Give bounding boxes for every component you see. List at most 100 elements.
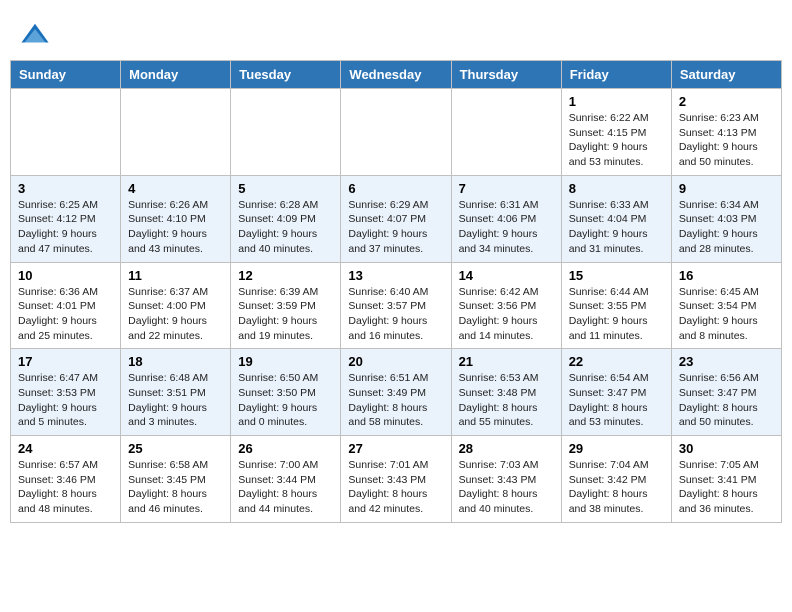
calendar-cell: 23 Sunrise: 6:56 AM Sunset: 3:47 PM Dayli… bbox=[671, 349, 781, 436]
day-info: Sunrise: 7:00 AM Sunset: 3:44 PM Dayligh… bbox=[238, 458, 333, 517]
day-info: Sunrise: 6:26 AM Sunset: 4:10 PM Dayligh… bbox=[128, 198, 223, 257]
day-number: 10 bbox=[18, 268, 113, 283]
day-number: 7 bbox=[459, 181, 554, 196]
day-number: 12 bbox=[238, 268, 333, 283]
day-info: Sunrise: 6:54 AM Sunset: 3:47 PM Dayligh… bbox=[569, 371, 664, 430]
calendar-cell: 19 Sunrise: 6:50 AM Sunset: 3:50 PM Dayli… bbox=[231, 349, 341, 436]
calendar-cell: 17 Sunrise: 6:47 AM Sunset: 3:53 PM Dayli… bbox=[11, 349, 121, 436]
day-info: Sunrise: 6:25 AM Sunset: 4:12 PM Dayligh… bbox=[18, 198, 113, 257]
calendar-cell: 3Sunrise: 6:25 AM Sunset: 4:12 PM Daylig… bbox=[11, 175, 121, 262]
day-info: Sunrise: 6:22 AM Sunset: 4:15 PM Dayligh… bbox=[569, 111, 664, 170]
day-info: Sunrise: 6:37 AM Sunset: 4:00 PM Dayligh… bbox=[128, 285, 223, 344]
day-info: Sunrise: 6:23 AM Sunset: 4:13 PM Dayligh… bbox=[679, 111, 774, 170]
day-number: 2 bbox=[679, 94, 774, 109]
calendar-cell: 7 Sunrise: 6:31 AM Sunset: 4:06 PM Daylig… bbox=[451, 175, 561, 262]
day-number: 28 bbox=[459, 441, 554, 456]
calendar-cell bbox=[11, 89, 121, 176]
calendar-cell: 15 Sunrise: 6:44 AM Sunset: 3:55 PM Dayli… bbox=[561, 262, 671, 349]
day-number: 19 bbox=[238, 354, 333, 369]
day-number: 9 bbox=[679, 181, 774, 196]
day-info: Sunrise: 6:29 AM Sunset: 4:07 PM Dayligh… bbox=[348, 198, 443, 257]
day-number: 1 bbox=[569, 94, 664, 109]
day-info: Sunrise: 6:28 AM Sunset: 4:09 PM Dayligh… bbox=[238, 198, 333, 257]
day-info: Sunrise: 6:47 AM Sunset: 3:53 PM Dayligh… bbox=[18, 371, 113, 430]
calendar-cell: 30 Sunrise: 7:05 AM Sunset: 3:41 PM Dayli… bbox=[671, 436, 781, 523]
day-number: 25 bbox=[128, 441, 223, 456]
calendar-cell: 29 Sunrise: 7:04 AM Sunset: 3:42 PM Dayli… bbox=[561, 436, 671, 523]
day-info: Sunrise: 6:39 AM Sunset: 3:59 PM Dayligh… bbox=[238, 285, 333, 344]
calendar-cell: 21 Sunrise: 6:53 AM Sunset: 3:48 PM Dayli… bbox=[451, 349, 561, 436]
calendar-cell: 1 Sunrise: 6:22 AM Sunset: 4:15 PM Daylig… bbox=[561, 89, 671, 176]
calendar-cell: 14 Sunrise: 6:42 AM Sunset: 3:56 PM Dayli… bbox=[451, 262, 561, 349]
calendar-table: SundayMondayTuesdayWednesdayThursdayFrid… bbox=[10, 60, 782, 523]
day-number: 24 bbox=[18, 441, 113, 456]
calendar-cell: 28 Sunrise: 7:03 AM Sunset: 3:43 PM Dayli… bbox=[451, 436, 561, 523]
page-header bbox=[10, 10, 782, 55]
day-info: Sunrise: 6:34 AM Sunset: 4:03 PM Dayligh… bbox=[679, 198, 774, 257]
calendar-cell: 11 Sunrise: 6:37 AM Sunset: 4:00 PM Dayli… bbox=[121, 262, 231, 349]
calendar-cell: 10Sunrise: 6:36 AM Sunset: 4:01 PM Dayli… bbox=[11, 262, 121, 349]
weekday-header-saturday: Saturday bbox=[671, 61, 781, 89]
day-info: Sunrise: 7:04 AM Sunset: 3:42 PM Dayligh… bbox=[569, 458, 664, 517]
day-info: Sunrise: 6:50 AM Sunset: 3:50 PM Dayligh… bbox=[238, 371, 333, 430]
day-number: 29 bbox=[569, 441, 664, 456]
day-number: 16 bbox=[679, 268, 774, 283]
calendar-week-row: 24Sunrise: 6:57 AM Sunset: 3:46 PM Dayli… bbox=[11, 436, 782, 523]
day-number: 8 bbox=[569, 181, 664, 196]
day-number: 17 bbox=[18, 354, 113, 369]
calendar-header-row: SundayMondayTuesdayWednesdayThursdayFrid… bbox=[11, 61, 782, 89]
calendar-cell: 18 Sunrise: 6:48 AM Sunset: 3:51 PM Dayli… bbox=[121, 349, 231, 436]
calendar-cell: 8 Sunrise: 6:33 AM Sunset: 4:04 PM Daylig… bbox=[561, 175, 671, 262]
calendar-cell: 2 Sunrise: 6:23 AM Sunset: 4:13 PM Daylig… bbox=[671, 89, 781, 176]
logo bbox=[20, 20, 52, 50]
day-info: Sunrise: 6:56 AM Sunset: 3:47 PM Dayligh… bbox=[679, 371, 774, 430]
calendar-cell bbox=[231, 89, 341, 176]
day-number: 13 bbox=[348, 268, 443, 283]
calendar-cell: 12 Sunrise: 6:39 AM Sunset: 3:59 PM Dayli… bbox=[231, 262, 341, 349]
calendar-cell: 25 Sunrise: 6:58 AM Sunset: 3:45 PM Dayli… bbox=[121, 436, 231, 523]
calendar-cell: 20Sunrise: 6:51 AM Sunset: 3:49 PM Dayli… bbox=[341, 349, 451, 436]
day-number: 11 bbox=[128, 268, 223, 283]
calendar-cell: 9 Sunrise: 6:34 AM Sunset: 4:03 PM Daylig… bbox=[671, 175, 781, 262]
day-number: 26 bbox=[238, 441, 333, 456]
day-info: Sunrise: 6:31 AM Sunset: 4:06 PM Dayligh… bbox=[459, 198, 554, 257]
day-info: Sunrise: 6:42 AM Sunset: 3:56 PM Dayligh… bbox=[459, 285, 554, 344]
day-number: 20 bbox=[348, 354, 443, 369]
weekday-header-wednesday: Wednesday bbox=[341, 61, 451, 89]
calendar-week-row: 3Sunrise: 6:25 AM Sunset: 4:12 PM Daylig… bbox=[11, 175, 782, 262]
day-info: Sunrise: 6:53 AM Sunset: 3:48 PM Dayligh… bbox=[459, 371, 554, 430]
weekday-header-sunday: Sunday bbox=[11, 61, 121, 89]
day-number: 14 bbox=[459, 268, 554, 283]
calendar-cell bbox=[451, 89, 561, 176]
day-info: Sunrise: 7:03 AM Sunset: 3:43 PM Dayligh… bbox=[459, 458, 554, 517]
day-info: Sunrise: 6:48 AM Sunset: 3:51 PM Dayligh… bbox=[128, 371, 223, 430]
day-number: 27 bbox=[348, 441, 443, 456]
day-info: Sunrise: 6:44 AM Sunset: 3:55 PM Dayligh… bbox=[569, 285, 664, 344]
logo-icon bbox=[20, 20, 50, 50]
day-number: 22 bbox=[569, 354, 664, 369]
day-number: 6 bbox=[348, 181, 443, 196]
calendar-week-row: 17 Sunrise: 6:47 AM Sunset: 3:53 PM Dayli… bbox=[11, 349, 782, 436]
day-number: 23 bbox=[679, 354, 774, 369]
calendar-cell: 13 Sunrise: 6:40 AM Sunset: 3:57 PM Dayli… bbox=[341, 262, 451, 349]
calendar-cell: 4 Sunrise: 6:26 AM Sunset: 4:10 PM Daylig… bbox=[121, 175, 231, 262]
day-info: Sunrise: 6:33 AM Sunset: 4:04 PM Dayligh… bbox=[569, 198, 664, 257]
day-number: 5 bbox=[238, 181, 333, 196]
day-number: 21 bbox=[459, 354, 554, 369]
day-info: Sunrise: 6:58 AM Sunset: 3:45 PM Dayligh… bbox=[128, 458, 223, 517]
calendar-cell: 22 Sunrise: 6:54 AM Sunset: 3:47 PM Dayli… bbox=[561, 349, 671, 436]
calendar-week-row: 10Sunrise: 6:36 AM Sunset: 4:01 PM Dayli… bbox=[11, 262, 782, 349]
day-info: Sunrise: 7:05 AM Sunset: 3:41 PM Dayligh… bbox=[679, 458, 774, 517]
day-number: 30 bbox=[679, 441, 774, 456]
day-info: Sunrise: 6:45 AM Sunset: 3:54 PM Dayligh… bbox=[679, 285, 774, 344]
day-info: Sunrise: 6:40 AM Sunset: 3:57 PM Dayligh… bbox=[348, 285, 443, 344]
calendar-cell: 6 Sunrise: 6:29 AM Sunset: 4:07 PM Daylig… bbox=[341, 175, 451, 262]
calendar-cell: 5 Sunrise: 6:28 AM Sunset: 4:09 PM Daylig… bbox=[231, 175, 341, 262]
calendar-cell: 27 Sunrise: 7:01 AM Sunset: 3:43 PM Dayli… bbox=[341, 436, 451, 523]
day-number: 4 bbox=[128, 181, 223, 196]
calendar-cell: 16 Sunrise: 6:45 AM Sunset: 3:54 PM Dayli… bbox=[671, 262, 781, 349]
day-number: 15 bbox=[569, 268, 664, 283]
calendar-week-row: 1 Sunrise: 6:22 AM Sunset: 4:15 PM Daylig… bbox=[11, 89, 782, 176]
day-number: 18 bbox=[128, 354, 223, 369]
day-info: Sunrise: 7:01 AM Sunset: 3:43 PM Dayligh… bbox=[348, 458, 443, 517]
